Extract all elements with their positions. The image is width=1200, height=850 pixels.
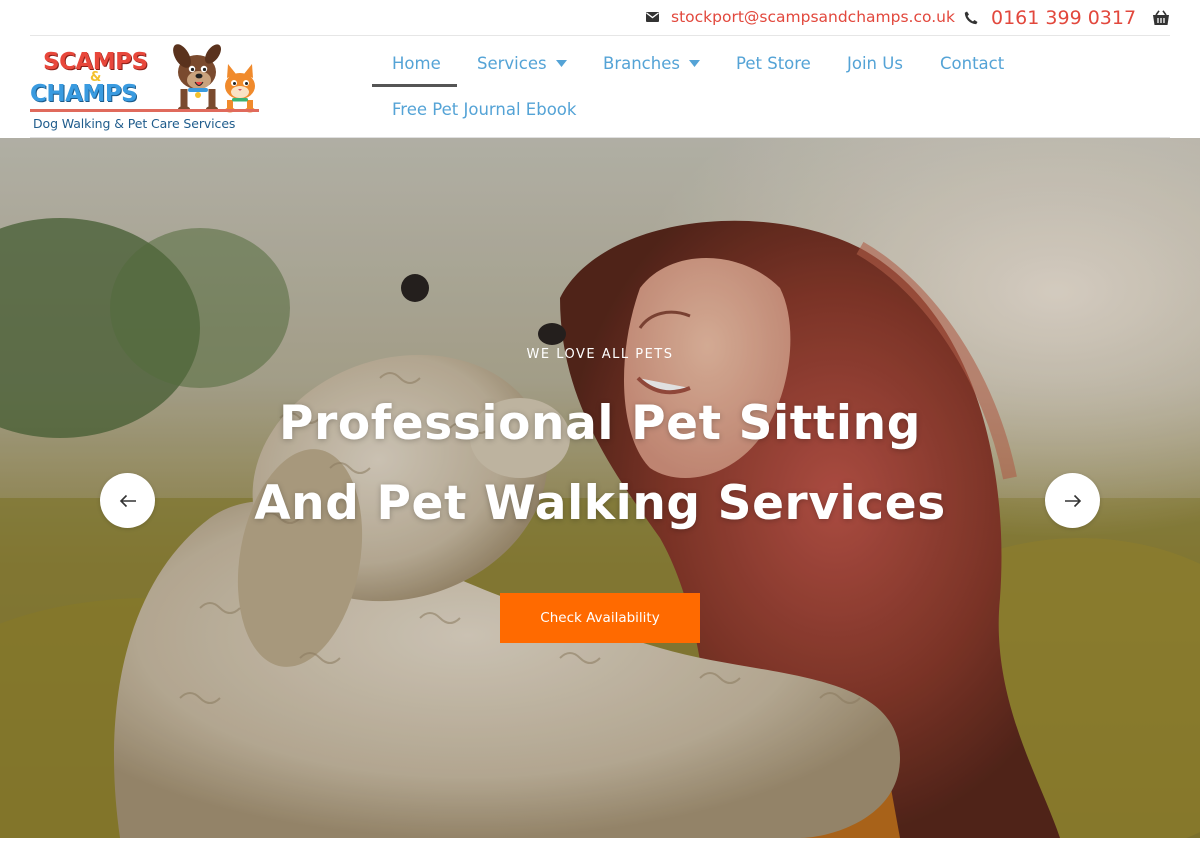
nav-item-label: Home	[392, 53, 441, 73]
nav-item-branches[interactable]: Branches	[603, 38, 700, 88]
phone-text: 0161 399 0317	[991, 7, 1137, 29]
nav-item-label: Join Us	[847, 53, 903, 73]
caret-down-icon	[555, 59, 567, 67]
phone-icon	[964, 11, 978, 25]
shopping-basket-icon[interactable]	[1152, 10, 1170, 26]
hero-slider: WE LOVE ALL PETS Professional Pet Sittin…	[0, 138, 1200, 838]
nav-item-label: Services	[477, 53, 547, 73]
nav-item-label: Contact	[940, 53, 1005, 73]
nav-item-free-pet-journal-ebook[interactable]: Free Pet Journal Ebook	[392, 84, 576, 134]
hero-headline-line-1: Professional Pet Sitting	[279, 396, 921, 451]
arrow-right-icon	[1064, 494, 1081, 507]
phone-link[interactable]: 0161 399 0317	[964, 7, 1136, 29]
nav-item-label: Free Pet Journal Ebook	[392, 99, 577, 119]
logo-underline	[30, 109, 259, 112]
site-header: SCAMPS & CHAMPS Dog Walking & Pet Care S…	[0, 36, 1200, 138]
email-link[interactable]: stockport@scampsandchamps.co.uk	[645, 8, 955, 26]
hero-headline-line-2: And Pet Walking Services	[254, 476, 946, 531]
slider-next-button[interactable]	[1045, 473, 1100, 528]
nav-item-pet-store[interactable]: Pet Store	[736, 38, 811, 88]
nav-item-services[interactable]: Services	[477, 38, 567, 88]
nav-item-join-us[interactable]: Join Us	[847, 38, 903, 88]
slider-prev-button[interactable]	[100, 473, 155, 528]
email-text: stockport@scampsandchamps.co.uk	[671, 8, 955, 26]
nav-item-label: Branches	[603, 53, 680, 73]
logo-word-champs: CHAMPS	[30, 81, 138, 107]
main-navigation: Home Services Branches Pet Store Join Us…	[372, 36, 1172, 136]
dog-and-cat-mascot-icon	[173, 44, 255, 113]
hero-kicker: WE LOVE ALL PETS	[526, 347, 674, 362]
nav-item-label: Pet Store	[736, 53, 811, 73]
nav-item-home[interactable]: Home	[392, 38, 441, 88]
nav-item-contact[interactable]: Contact	[940, 38, 1004, 88]
envelope-icon	[645, 10, 659, 24]
arrow-left-icon	[119, 494, 136, 507]
caret-down-icon	[688, 59, 700, 67]
logo-tagline: Dog Walking & Pet Care Services	[33, 116, 236, 131]
check-availability-button[interactable]: Check Availability	[500, 593, 700, 643]
top-contact-bar: stockport@scampsandchamps.co.uk 0161 399…	[0, 0, 1200, 36]
site-logo[interactable]: SCAMPS & CHAMPS Dog Walking & Pet Care S…	[30, 40, 262, 134]
